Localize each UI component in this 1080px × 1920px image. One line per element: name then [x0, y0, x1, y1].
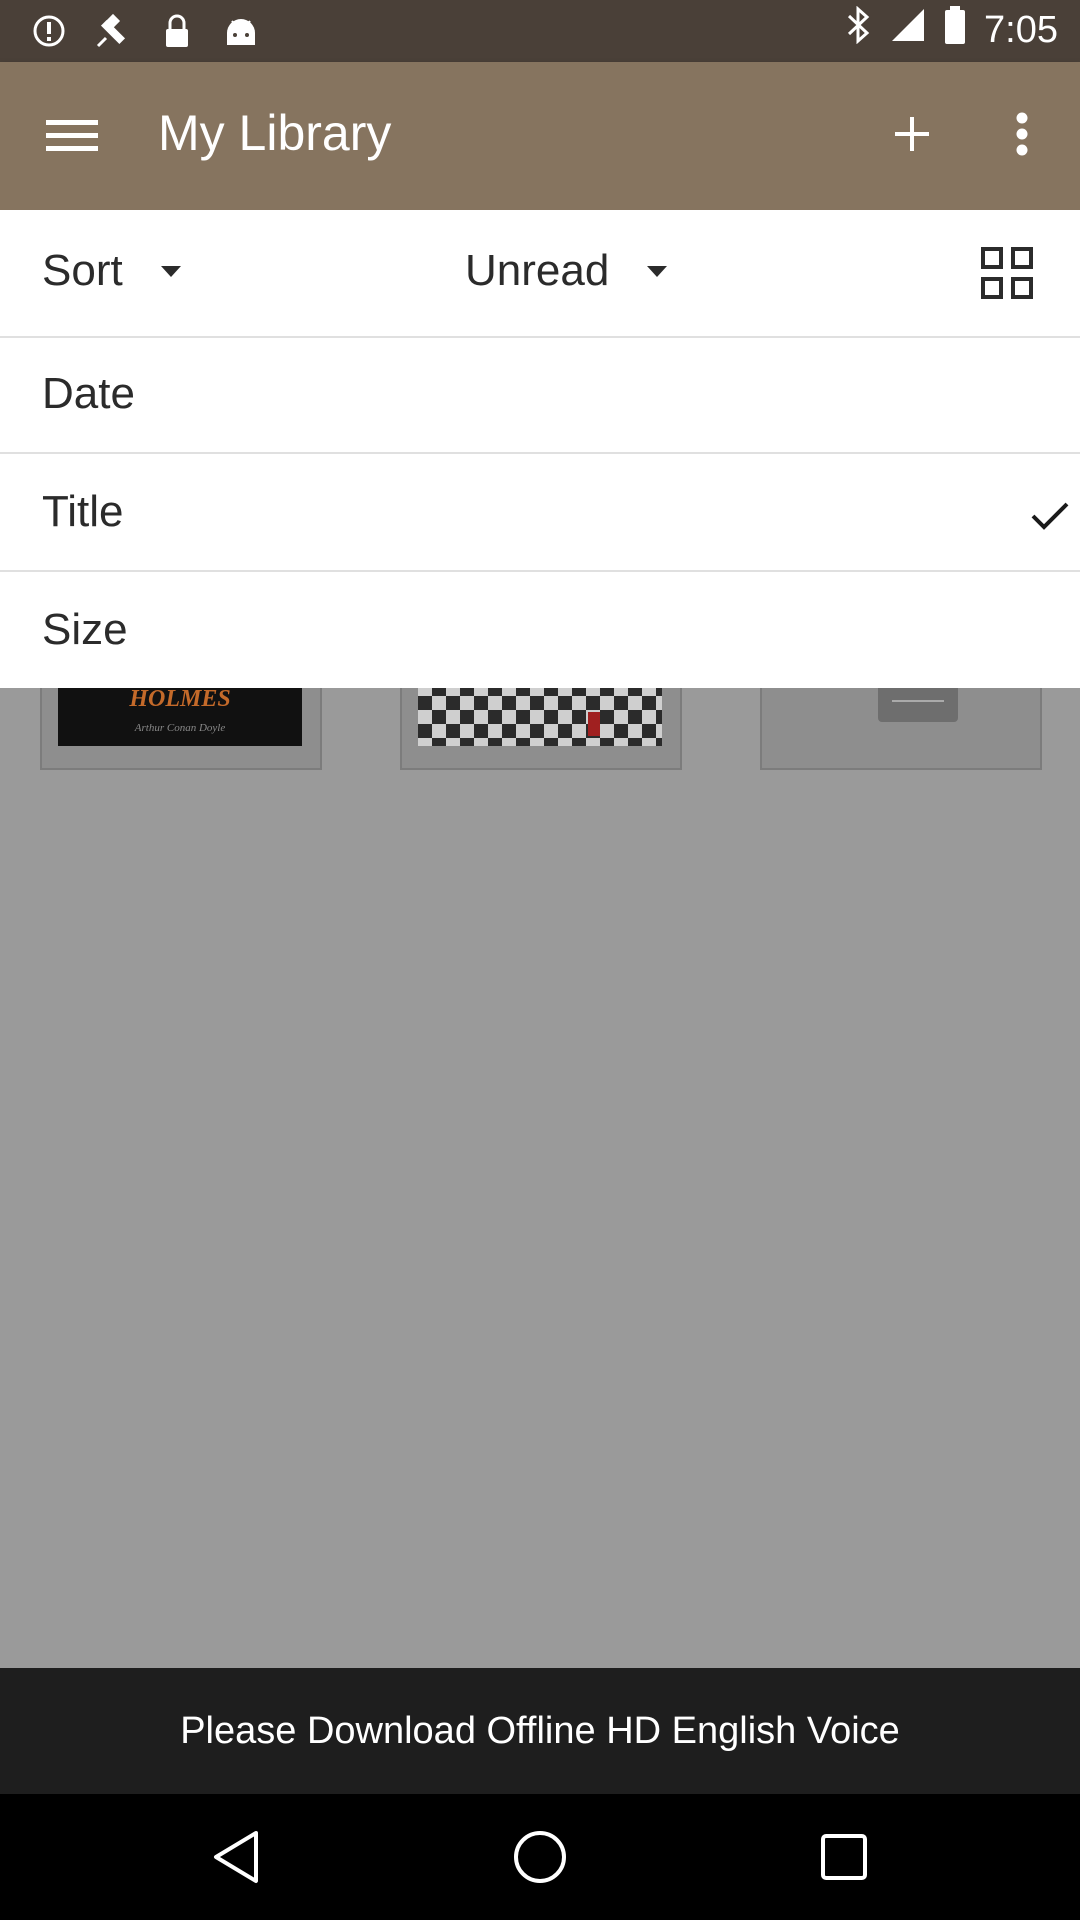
bluetooth-icon: [846, 5, 872, 54]
menu-icon[interactable]: [40, 106, 104, 166]
status-bar: 7:05: [0, 0, 1080, 62]
add-icon[interactable]: [880, 102, 944, 166]
grid-view-icon[interactable]: [980, 246, 1034, 300]
book-cover-author: Arthur Conan Doyle: [134, 722, 226, 734]
recent-apps-icon[interactable]: [814, 1827, 874, 1887]
filter-row: Sort Unread: [0, 210, 1080, 338]
cover-placeholder: [878, 682, 958, 722]
app-bar: My Library: [0, 62, 1080, 210]
satellite-icon: [92, 10, 134, 52]
navigation-bar: [0, 1794, 1080, 1920]
chevron-down-icon: [647, 265, 668, 277]
page-title: My Library: [158, 105, 392, 161]
chevron-down-icon: [160, 265, 181, 277]
home-icon[interactable]: [510, 1827, 570, 1887]
banner-text: Please Download Offline HD English Voice: [180, 1709, 900, 1752]
sort-label: Sort: [42, 246, 123, 295]
signal-icon: [890, 7, 926, 53]
more-options-icon[interactable]: [990, 102, 1054, 166]
sort-dropdown[interactable]: Sort: [42, 246, 181, 296]
book-cover: [778, 682, 1022, 746]
sort-panel: Sort Unread Date Title Size: [0, 210, 1080, 688]
sort-option-date[interactable]: Date: [0, 336, 1080, 454]
back-icon[interactable]: [206, 1827, 266, 1887]
book-card[interactable]: HOLMES Arthur Conan Doyle: [40, 680, 322, 770]
sort-option-label: Date: [42, 369, 135, 418]
sort-option-label: Size: [42, 605, 128, 654]
check-icon: [1030, 492, 1070, 542]
battery-icon: [944, 6, 966, 54]
status-dropdown[interactable]: Unread: [465, 246, 668, 296]
clock-text: 7:05: [984, 8, 1058, 51]
book-card[interactable]: [760, 680, 1042, 770]
download-voice-banner[interactable]: Please Download Offline HD English Voice: [0, 1668, 1080, 1794]
sort-option-label: Title: [42, 487, 124, 536]
android-icon: [220, 10, 262, 52]
lock-icon: [156, 10, 198, 52]
book-cover-title: HOLMES: [129, 686, 231, 712]
book-cover: [418, 682, 662, 746]
book-card[interactable]: [400, 680, 682, 770]
status-label: Unread: [465, 246, 610, 295]
sort-option-size[interactable]: Size: [0, 572, 1080, 688]
sort-option-title[interactable]: Title: [0, 454, 1080, 572]
cover-figure: [588, 712, 600, 736]
alert-icon: [28, 10, 70, 52]
book-cover: HOLMES Arthur Conan Doyle: [58, 682, 302, 746]
